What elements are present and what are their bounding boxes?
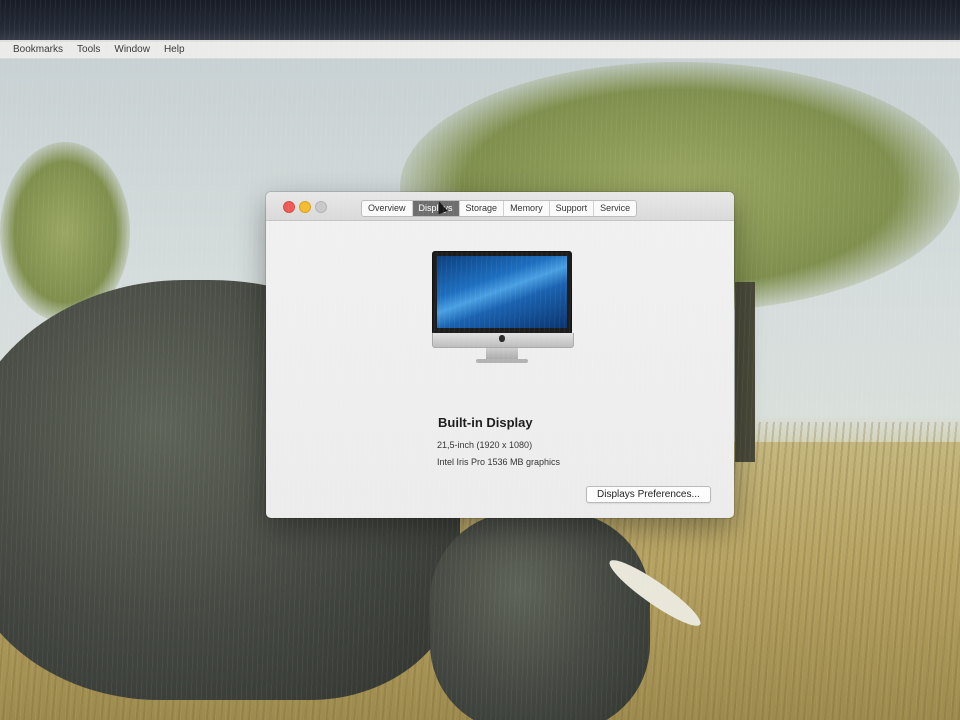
- zoom-button: [315, 201, 327, 213]
- tab-overview[interactable]: Overview: [362, 201, 413, 216]
- menu-help[interactable]: Help: [164, 44, 185, 55]
- display-graphics: Intel Iris Pro 1536 MB graphics: [437, 457, 561, 467]
- minimize-button[interactable]: [299, 201, 311, 213]
- display-name: Built-in Display: [438, 415, 533, 430]
- menu-bookmarks[interactable]: Bookmarks: [13, 44, 63, 55]
- display-size: 21,5-inch (1920 x 1080): [437, 440, 533, 450]
- tab-storage[interactable]: Storage: [460, 201, 505, 216]
- menu-bar: Bookmarks Tools Window Help: [0, 40, 960, 59]
- window-titlebar[interactable]: Overview Displays Storage Memory Support…: [266, 192, 734, 221]
- apple-logo-icon: [499, 335, 505, 342]
- segmented-tab-control: Overview Displays Storage Memory Support…: [361, 200, 638, 217]
- imac-display-wallpaper: [437, 256, 567, 328]
- menu-window[interactable]: Window: [114, 44, 150, 55]
- monitor-bezel: [0, 0, 960, 42]
- tab-service[interactable]: Service: [594, 201, 636, 216]
- imac-stand-foot: [476, 359, 528, 363]
- imac-icon: [432, 251, 572, 335]
- close-button[interactable]: [283, 201, 295, 213]
- wallpaper-elephant-head: [430, 512, 650, 720]
- wallpaper-tree-trunk: [735, 282, 755, 462]
- tab-memory[interactable]: Memory: [504, 201, 550, 216]
- tab-support[interactable]: Support: [550, 201, 595, 216]
- displays-pane: Built-in Display 21,5-inch (1920 x 1080)…: [266, 221, 734, 518]
- menu-tools[interactable]: Tools: [77, 44, 100, 55]
- about-this-mac-window: Overview Displays Storage Memory Support…: [266, 192, 734, 518]
- displays-preferences-button[interactable]: Displays Preferences...: [586, 486, 711, 503]
